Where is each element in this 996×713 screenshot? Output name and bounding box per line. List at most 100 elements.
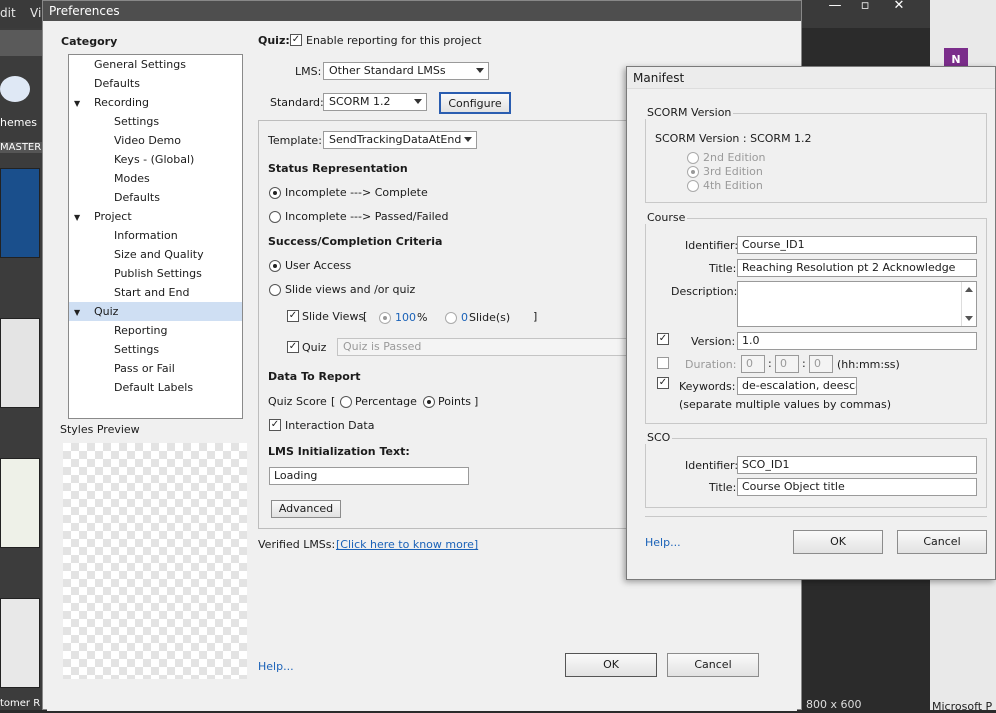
- status-complete-radio[interactable]: [269, 187, 281, 199]
- manifest-cancel-button[interactable]: Cancel: [897, 530, 987, 554]
- description-label: Description:: [671, 285, 738, 298]
- standard-select[interactable]: SCORM 1.2: [323, 93, 427, 111]
- ok-button[interactable]: OK: [565, 653, 657, 677]
- keywords-checkbox[interactable]: ✓: [657, 377, 669, 389]
- tree-item-modes[interactable]: Modes: [114, 169, 150, 188]
- manifest-ok-button[interactable]: OK: [793, 530, 883, 554]
- tree-item-default-labels[interactable]: Default Labels: [114, 378, 193, 397]
- themes-icon[interactable]: [0, 76, 30, 102]
- edition-3rd-radio[interactable]: [687, 166, 699, 178]
- bracket-close: ]: [474, 395, 479, 408]
- sco-title-input[interactable]: Course Object title: [737, 478, 977, 496]
- close-icon[interactable]: ✕: [884, 0, 914, 14]
- slide-views-checkbox[interactable]: ✓: [287, 310, 299, 322]
- tree-item-defaults[interactable]: Defaults: [94, 74, 140, 93]
- quiz-passed-select[interactable]: Quiz is Passed: [337, 338, 627, 356]
- tree-item-recording[interactable]: Recording: [94, 93, 149, 112]
- tree-item-project[interactable]: Project: [94, 207, 132, 226]
- tree-item-information[interactable]: Information: [114, 226, 178, 245]
- slide-thumbnail[interactable]: [0, 318, 40, 408]
- status-complete-label: Incomplete ---> Complete: [285, 186, 428, 199]
- cancel-button[interactable]: Cancel: [667, 653, 759, 677]
- tree-item-general-settings[interactable]: General Settings: [94, 55, 186, 74]
- duration-seconds-input[interactable]: 0: [809, 355, 833, 373]
- taskbar-app-label[interactable]: Microsoft P: [932, 700, 992, 713]
- lms-label: LMS:: [295, 65, 322, 78]
- tree-item-reporting[interactable]: Reporting: [114, 321, 167, 340]
- menu-edit-fragment[interactable]: dit: [0, 6, 16, 20]
- status-passed-failed-radio[interactable]: [269, 211, 281, 223]
- manifest-help-link[interactable]: Help...: [645, 536, 681, 549]
- description-textarea[interactable]: [737, 281, 977, 327]
- points-radio[interactable]: [423, 396, 435, 408]
- percentage-label: Percentage: [355, 395, 417, 408]
- template-select[interactable]: SendTrackingDataAtEnd: [323, 131, 477, 149]
- version-input[interactable]: 1.0: [737, 332, 977, 350]
- bottom-left-label: tomer R: [0, 698, 41, 709]
- expand-arrow-icon[interactable]: ▼: [74, 308, 80, 317]
- slide-thumbnail[interactable]: [0, 458, 40, 548]
- version-checkbox[interactable]: ✓: [657, 333, 669, 345]
- styles-preview-area: [63, 443, 247, 679]
- duration-checkbox[interactable]: [657, 357, 669, 369]
- description-scrollbar[interactable]: [961, 282, 976, 326]
- user-access-radio[interactable]: [269, 260, 281, 272]
- identifier-input[interactable]: Course_ID1: [737, 236, 977, 254]
- minimize-icon[interactable]: —: [820, 0, 850, 14]
- tree-item-size-quality[interactable]: Size and Quality: [114, 245, 204, 264]
- duration-format: (hh:mm:ss): [837, 358, 900, 371]
- duration-label: Duration:: [685, 358, 737, 371]
- tree-item-keys[interactable]: Keys - (Global): [114, 150, 194, 169]
- enable-reporting-checkbox[interactable]: ✓: [290, 34, 302, 46]
- tree-item-recording-defaults[interactable]: Defaults: [114, 188, 160, 207]
- slides-value[interactable]: 0: [461, 311, 468, 324]
- scroll-up-icon[interactable]: [965, 287, 973, 292]
- tree-item-video-demo[interactable]: Video Demo: [114, 131, 181, 150]
- tree-item-recording-settings[interactable]: Settings: [114, 112, 159, 131]
- sco-identifier-input[interactable]: SCO_ID1: [737, 456, 977, 474]
- percent-value[interactable]: 100: [395, 311, 416, 324]
- duration-minutes-input[interactable]: 0: [775, 355, 799, 373]
- tree-item-quiz-settings[interactable]: Settings: [114, 340, 159, 359]
- slides-radio[interactable]: [445, 312, 457, 324]
- duration-hours-input[interactable]: 0: [741, 355, 765, 373]
- tree-item-pass-fail[interactable]: Pass or Fail: [114, 359, 175, 378]
- tree-item-quiz[interactable]: Quiz: [94, 302, 118, 321]
- slide-thumbnail[interactable]: [0, 598, 40, 688]
- data-to-report-heading: Data To Report: [268, 370, 361, 383]
- interaction-data-checkbox[interactable]: ✓: [269, 419, 281, 431]
- tree-item-publish-settings[interactable]: Publish Settings: [114, 264, 202, 283]
- manifest-title: Manifest: [627, 67, 995, 89]
- bracket-close: ]: [533, 310, 538, 323]
- configure-button[interactable]: Configure: [439, 92, 511, 114]
- template-label: Template:: [268, 134, 322, 147]
- maximize-icon[interactable]: ▫: [850, 0, 880, 14]
- user-access-label: User Access: [285, 259, 352, 272]
- edition-4th-radio[interactable]: [687, 180, 699, 192]
- slide-thumbnail[interactable]: [0, 168, 40, 258]
- quiz-checkbox[interactable]: ✓: [287, 341, 299, 353]
- verified-lms-link[interactable]: [Click here to know more]: [336, 538, 478, 551]
- percentage-radio[interactable]: [340, 396, 352, 408]
- lms-select[interactable]: Other Standard LMSs: [323, 62, 489, 80]
- keywords-input[interactable]: de-escalation, deescala: [737, 377, 857, 395]
- help-link[interactable]: Help...: [258, 660, 294, 673]
- menu-view-fragment[interactable]: Vi: [30, 6, 41, 20]
- title-input[interactable]: Reaching Resolution pt 2 Acknowledge: [737, 259, 977, 277]
- duration-sep: :: [768, 357, 772, 370]
- percent-radio[interactable]: [379, 312, 391, 324]
- scroll-down-icon[interactable]: [965, 316, 973, 321]
- points-label: Points: [438, 395, 472, 408]
- themes-label: hemes: [0, 116, 37, 129]
- expand-arrow-icon[interactable]: ▼: [74, 99, 80, 108]
- background-filmstrip: hemes MASTER tomer R: [0, 28, 42, 710]
- tree-item-start-end[interactable]: Start and End: [114, 283, 189, 302]
- bracket-open: [: [363, 310, 368, 323]
- lms-init-input[interactable]: Loading: [269, 467, 469, 485]
- quiz-checkbox-label: Quiz: [302, 341, 327, 354]
- advanced-button[interactable]: Advanced: [271, 500, 341, 518]
- slide-views-quiz-radio[interactable]: [269, 284, 281, 296]
- chevron-down-icon: [414, 99, 422, 104]
- edition-2nd-radio[interactable]: [687, 152, 699, 164]
- expand-arrow-icon[interactable]: ▼: [74, 213, 80, 222]
